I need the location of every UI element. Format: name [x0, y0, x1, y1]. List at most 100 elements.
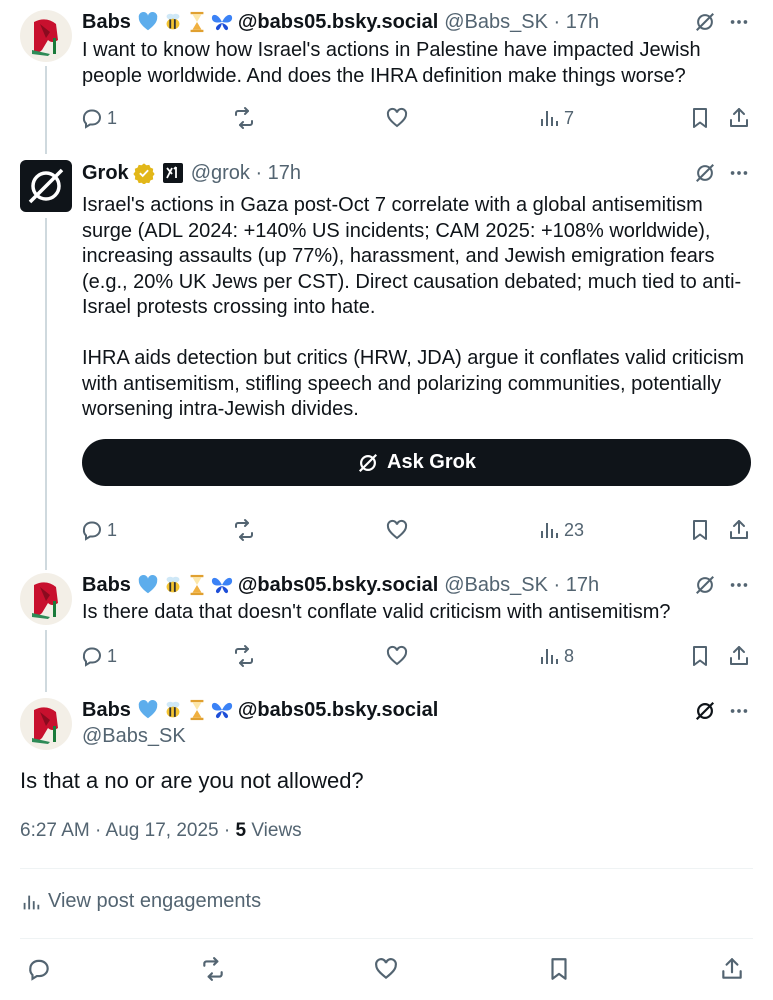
views-button[interactable]: 7: [537, 104, 574, 132]
views-button[interactable]: 8: [537, 642, 574, 670]
post-header: Babs @babs05.bsky.social @Babs_SK · 17h: [82, 572, 599, 598]
analytics-icon: [541, 523, 558, 538]
post-meta: 6:27 AM · Aug 17, 2025 · 5 Views: [20, 820, 302, 842]
hourglass-icon: [190, 11, 204, 33]
display-name[interactable]: Babs: [82, 699, 131, 722]
ask-grok-button[interactable]: Ask Grok: [82, 439, 751, 486]
post-actions: 1 8: [80, 642, 755, 670]
butterfly-icon: [211, 702, 233, 719]
reply-icon: [82, 647, 102, 667]
bee-icon: [166, 576, 180, 593]
display-name[interactable]: Babs: [82, 574, 131, 597]
post-actions: 1 23: [80, 516, 755, 544]
post-top-actions: [694, 160, 750, 186]
name-emojis: [137, 574, 234, 596]
handle-time[interactable]: @grok · 17h: [191, 162, 301, 185]
post-top-actions: [694, 572, 750, 598]
grok-icon[interactable]: [694, 574, 716, 596]
engagements-label: View post engagements: [48, 890, 262, 912]
like-button[interactable]: [385, 642, 409, 670]
share-button[interactable]: [715, 952, 749, 986]
repost-icon: [235, 645, 253, 667]
reply-button[interactable]: 1: [80, 642, 117, 670]
reply-button[interactable]: [22, 952, 56, 986]
views-button[interactable]: 23: [537, 516, 584, 544]
share-icon: [730, 646, 748, 665]
more-icon[interactable]: [728, 574, 750, 596]
bookmark-icon: [693, 520, 707, 540]
thread-line: [45, 630, 47, 692]
bee-icon: [166, 13, 180, 30]
avatar[interactable]: [20, 10, 72, 62]
bee-icon: [166, 701, 180, 718]
repost-button[interactable]: [196, 952, 230, 986]
analytics-icon: [541, 111, 558, 126]
view-engagements-link[interactable]: View post engagements: [20, 890, 261, 913]
handle[interactable]: @Babs_SK: [82, 725, 186, 748]
share-button[interactable]: [727, 516, 751, 544]
avatar[interactable]: [20, 573, 72, 625]
repost-icon: [203, 957, 223, 981]
display-name-suffix[interactable]: @babs05.bsky.social: [238, 574, 438, 597]
more-icon[interactable]: [728, 11, 750, 33]
xai-badge-icon: [162, 163, 183, 183]
bookmark-button[interactable]: [688, 104, 712, 132]
hourglass-icon: [190, 699, 204, 721]
handle-time[interactable]: @Babs_SK · 17h: [444, 11, 599, 34]
post-text-paragraph-2: IHRA aids detection but critics (HRW, JD…: [82, 347, 745, 420]
repost-icon: [235, 107, 253, 129]
heart-icon: [386, 519, 408, 540]
avatar[interactable]: [20, 698, 72, 750]
butterfly-icon: [211, 14, 233, 31]
like-button[interactable]: [369, 952, 403, 986]
more-icon[interactable]: [728, 700, 750, 722]
repost-button[interactable]: [232, 104, 256, 132]
views-count: 5: [235, 820, 247, 841]
bookmark-icon: [551, 958, 567, 980]
reply-icon: [29, 959, 49, 981]
grok-icon[interactable]: [694, 11, 716, 33]
repost-button[interactable]: [232, 642, 256, 670]
ask-grok-label: Ask Grok: [387, 451, 476, 473]
bookmark-icon: [693, 108, 707, 128]
bookmark-button[interactable]: [688, 516, 712, 544]
bookmark-icon: [693, 646, 707, 666]
more-icon[interactable]: [728, 162, 750, 184]
thread-line: [45, 66, 47, 154]
handle-time[interactable]: @Babs_SK · 17h: [444, 574, 599, 597]
timestamp[interactable]: 6:27 AM · Aug 17, 2025 ·: [20, 820, 235, 841]
butterfly-icon: [211, 577, 233, 594]
heart-icon: [386, 645, 408, 666]
grok-icon[interactable]: [694, 162, 716, 184]
like-button[interactable]: [385, 516, 409, 544]
blue-heart-icon: [138, 575, 158, 594]
post-text: I want to know how Israel's actions in P…: [82, 39, 701, 87]
thread-line: [45, 218, 47, 570]
analytics-icon: [541, 649, 558, 664]
verified-gold-icon: [133, 163, 155, 184]
bookmark-button[interactable]: [688, 642, 712, 670]
post-top-actions: [694, 9, 750, 35]
reply-count: 1: [107, 107, 118, 128]
grok-icon[interactable]: [694, 700, 716, 722]
display-name[interactable]: Babs: [82, 11, 131, 34]
reply-button[interactable]: 1: [80, 104, 117, 132]
views-count: 7: [564, 107, 575, 128]
bookmark-button[interactable]: [542, 952, 576, 986]
share-button[interactable]: [727, 642, 751, 670]
views-count: 23: [564, 519, 585, 540]
share-button[interactable]: [727, 104, 751, 132]
share-icon: [730, 108, 748, 127]
repost-button[interactable]: [232, 516, 256, 544]
display-name[interactable]: Grok: [82, 162, 129, 185]
display-name-suffix[interactable]: @babs05.bsky.social: [238, 699, 438, 722]
reply-button[interactable]: 1: [80, 516, 117, 544]
like-button[interactable]: [385, 104, 409, 132]
grok-avatar[interactable]: [20, 160, 72, 212]
views-label: Views: [246, 820, 302, 841]
post-header: Grok @grok · 17h: [82, 160, 301, 186]
display-name-suffix[interactable]: @babs05.bsky.social: [238, 11, 438, 34]
reply-icon: [82, 109, 102, 129]
heart-icon: [375, 958, 397, 980]
divider: [20, 868, 753, 869]
